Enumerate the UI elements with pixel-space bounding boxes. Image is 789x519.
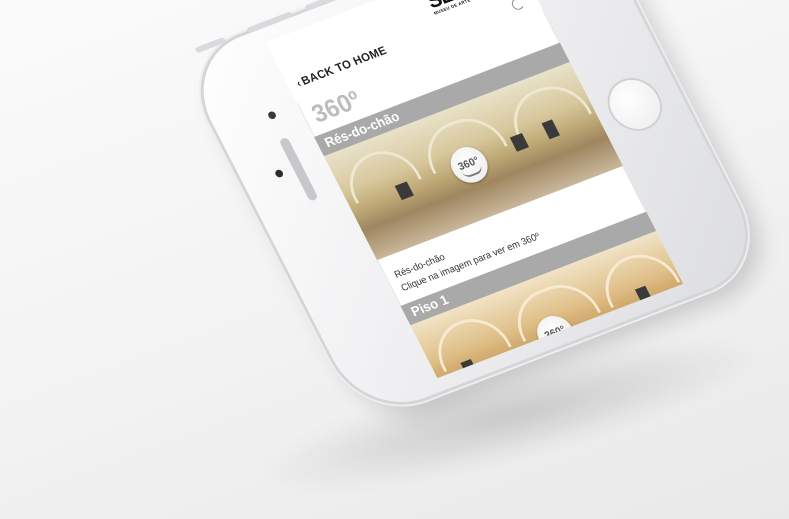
refresh-icon[interactable] <box>509 0 526 12</box>
back-to-home-label: BACK TO HOME <box>298 43 390 88</box>
back-to-home-link[interactable]: ‹BACK TO HOME <box>294 43 389 89</box>
scene: ‹BACK TO HOME SERRAVES MUSEU DE ARTE CON… <box>0 0 789 519</box>
doorway <box>394 181 414 201</box>
